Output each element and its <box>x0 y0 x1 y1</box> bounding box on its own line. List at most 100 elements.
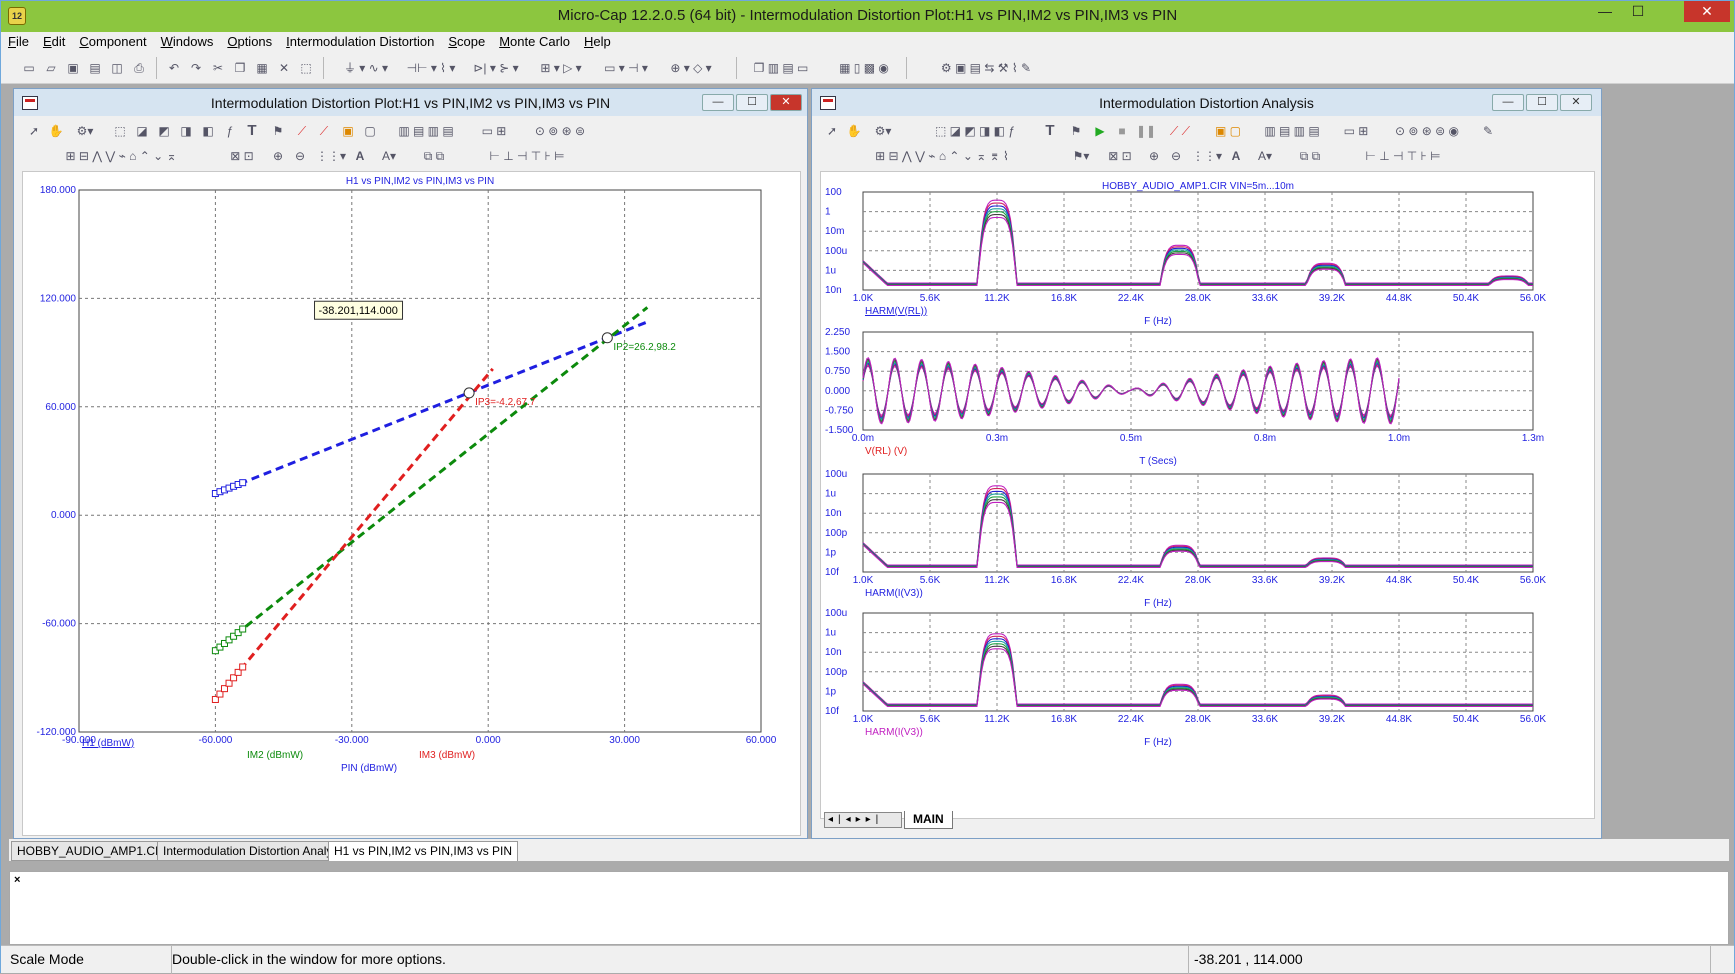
tag-icon[interactable]: ⚑ <box>1068 123 1084 139</box>
highlight-icon[interactable]: A▾ <box>1250 148 1280 164</box>
peak-valley-icons[interactable]: ▥ ▤ ▥ ▤ <box>386 123 466 139</box>
text-icon[interactable]: T <box>1042 123 1058 139</box>
tag-icon[interactable]: ⚑ <box>270 123 286 139</box>
output-pane[interactable]: × <box>9 871 1729 945</box>
peak-valley-icons[interactable]: ▥ ▤ ▥ ▤ <box>1252 123 1332 139</box>
highlight-icon[interactable]: A▾ <box>374 148 404 164</box>
zoom-in-icon[interactable]: ⊕ <box>1146 148 1162 164</box>
save-icon[interactable]: ▣ <box>65 60 81 76</box>
text-icon[interactable]: T <box>244 123 260 139</box>
select-all-icon[interactable]: ⬚ <box>298 60 314 76</box>
menu-edit[interactable]: Edit <box>36 32 72 49</box>
close-button[interactable]: ✕ <box>1684 1 1730 22</box>
menu-options[interactable]: Options <box>220 32 279 49</box>
slope-icon[interactable]: ⟋ <box>316 123 332 139</box>
options-icon[interactable]: ⚙▾ <box>868 123 898 139</box>
menu-scope[interactable]: Scope <box>441 32 492 49</box>
opamp-icon[interactable]: ▭ ▾ ⊣ ▾ <box>596 60 656 76</box>
pointer-icon[interactable]: ➚ <box>824 123 840 139</box>
copy-icon[interactable]: ❐ <box>232 60 248 76</box>
paste-icon[interactable]: ▦ <box>254 60 270 76</box>
doc-tab-analysis[interactable]: Intermodulation Distortion Analysis <box>157 841 354 861</box>
idist-chart[interactable]: H1 vs PIN,IM2 vs PIN,IM3 vs PIN-90.000 -6… <box>23 172 800 835</box>
run-icon[interactable]: ▶ <box>1092 123 1108 139</box>
zoom-out-icon[interactable]: ⊖ <box>292 148 308 164</box>
cursor-functions-icon[interactable]: ⊞ ⊟ ⋀ ⋁ ⌁ ⌂ ⌃ ⌄ ⌅ <box>26 148 216 164</box>
cursor-align-icon[interactable]: ⊠ ⊡ <box>222 148 262 164</box>
cursor-functions-icon[interactable]: ⊞ ⊟ ⋀ ⋁ ⌁ ⌂ ⌃ ⌄ ⌅ ⌆ ⌇ <box>824 148 1060 164</box>
edit-icon[interactable]: ✎ <box>1480 123 1496 139</box>
left-window-caption[interactable]: Intermodulation Distortion Plot:H1 vs PI… <box>14 89 807 116</box>
window-layout-icon[interactable]: ❐ ▥ ▤ ▭ <box>746 60 816 76</box>
sheet-nav-buttons[interactable]: ◂|◂▸▸| <box>824 812 902 828</box>
formula-icon[interactable]: ƒ <box>222 123 238 139</box>
delete-icon[interactable]: ✕ <box>276 60 292 76</box>
undo-icon[interactable]: ↶ <box>166 60 182 76</box>
font-icon[interactable]: A <box>352 148 368 164</box>
tokens-icon[interactable]: ⧉ ⧉ <box>414 148 454 164</box>
menu-file[interactable]: File <box>1 32 36 49</box>
menu-monte-carlo[interactable]: Monte Carlo <box>492 32 577 49</box>
doc-tab-circuit[interactable]: HOBBY_AUDIO_AMP1.CIR <box>11 841 174 861</box>
cut-icon[interactable]: ✂ <box>210 60 226 76</box>
left-close-button[interactable]: ✕ <box>770 94 802 111</box>
tangent-icon[interactable]: ⟋ <box>294 123 310 139</box>
redo-icon[interactable]: ↷ <box>188 60 204 76</box>
maximize-button[interactable]: ☐ <box>1621 1 1655 22</box>
idist-plot-area[interactable]: H1 vs PIN,IM2 vs PIN,IM3 vs PIN -90.000 -6… <box>22 171 801 836</box>
cursor-mode-icon[interactable]: ▭ ⊞ <box>1336 123 1376 139</box>
analysis-tools-icon[interactable]: ⚙ ▣ ▤ ⇆ ⚒ ⌇ ✎ <box>916 60 1056 76</box>
stop-icon[interactable]: ■ <box>1114 123 1130 139</box>
sheet-tab-main[interactable]: MAIN <box>904 811 953 829</box>
menu-windows[interactable]: Windows <box>154 32 221 49</box>
alignment-icons[interactable]: ⊢ ⊥ ⊣ ⊤ ⊦ ⊨ <box>462 148 592 164</box>
diode-icon[interactable]: ⊳| ▾ ⊱ ▾ <box>466 60 526 76</box>
print-preview-icon[interactable]: ▤ <box>87 60 103 76</box>
menu-intermodulation-distortion[interactable]: Intermodulation Distortion <box>279 32 441 49</box>
slope-icon[interactable]: ⟋ ⟋ <box>1160 123 1200 139</box>
scale-y-icon[interactable]: ◨ <box>178 123 194 139</box>
cursor-align-icon[interactable]: ⊠ ⊡ <box>1100 148 1140 164</box>
open-icon[interactable]: ▱ <box>43 60 59 76</box>
scale-x-icon[interactable]: ◩ <box>156 123 172 139</box>
zoom-tools-icon[interactable]: ⊙ ⊚ ⊛ ⊜ ◉ <box>1382 123 1472 139</box>
alignment-icons[interactable]: ⊢ ⊥ ⊣ ⊤ ⊦ ⊨ <box>1338 148 1468 164</box>
options-icon[interactable]: ⚙▾ <box>70 123 100 139</box>
grid-icon[interactable]: ⋮⋮▾ <box>1192 148 1222 164</box>
left-maximize-button[interactable]: ☐ <box>736 94 768 111</box>
print-icon[interactable]: ⎙ <box>131 60 147 76</box>
tokens-icon[interactable]: ⧉ ⧉ <box>1290 148 1330 164</box>
pan-icon[interactable]: ✋ <box>846 123 862 139</box>
capacitor-icon[interactable]: ⊣⊢ ▾ ⌇ ▾ <box>401 60 461 76</box>
zoom-in-icon[interactable]: ⊕ <box>270 148 286 164</box>
grid-icon[interactable]: ⋮⋮▾ <box>316 148 346 164</box>
ground-icon[interactable]: ⏚ ▾ ∿ ▾ <box>336 60 396 76</box>
menu-component[interactable]: Component <box>72 32 153 49</box>
new-file-icon[interactable]: ▭ <box>21 60 37 76</box>
right-maximize-button[interactable]: ☐ <box>1526 94 1558 111</box>
title-bar[interactable]: 12 Micro-Cap 12.2.0.5 (64 bit) - Intermo… <box>1 1 1734 32</box>
point-icon[interactable]: ▣ <box>340 123 356 139</box>
zoom-box-icon[interactable]: ◪ <box>134 123 150 139</box>
print-preview-icon[interactable]: ◫ <box>109 60 125 76</box>
label-icon[interactable]: ▢ <box>362 123 378 139</box>
point-icon[interactable]: ▣ ▢ <box>1208 123 1248 139</box>
zoom-out-icon[interactable]: ⊖ <box>1168 148 1184 164</box>
cursor-mode-icon[interactable]: ▭ ⊞ <box>474 123 514 139</box>
transistor-icon[interactable]: ⊞ ▾ ▷ ▾ <box>531 60 591 76</box>
pan-icon[interactable]: ✋ <box>48 123 64 139</box>
menu-help[interactable]: Help <box>577 32 618 49</box>
right-close-button[interactable]: ✕ <box>1560 94 1592 111</box>
output-close-icon[interactable]: × <box>14 874 20 886</box>
source-icon[interactable]: ⊕ ▾ ◇ ▾ <box>661 60 721 76</box>
analysis-charts[interactable]: HOBBY_AUDIO_AMP1.CIR VIN=5m...10m 1.0K 5.6… <box>821 172 1594 818</box>
tag-icon[interactable]: ⚑▾ <box>1066 148 1096 164</box>
right-minimize-button[interactable]: — <box>1492 94 1524 111</box>
analysis-plot-area[interactable]: HOBBY_AUDIO_AMP1.CIR VIN=5m...10m 1.0K 5.6… <box>820 171 1595 819</box>
minimize-button[interactable]: — <box>1588 1 1622 22</box>
scale-tools-icon[interactable]: ⬚ ◪ ◩ ◨ ◧ ƒ <box>910 123 1040 139</box>
scale-icon[interactable]: ⬚ <box>112 123 128 139</box>
font-icon[interactable]: A <box>1228 148 1244 164</box>
zoom-tools-icon[interactable]: ⊙ ⊚ ⊛ ⊜ <box>520 123 600 139</box>
pause-icon[interactable]: ❚❚ <box>1136 123 1156 139</box>
